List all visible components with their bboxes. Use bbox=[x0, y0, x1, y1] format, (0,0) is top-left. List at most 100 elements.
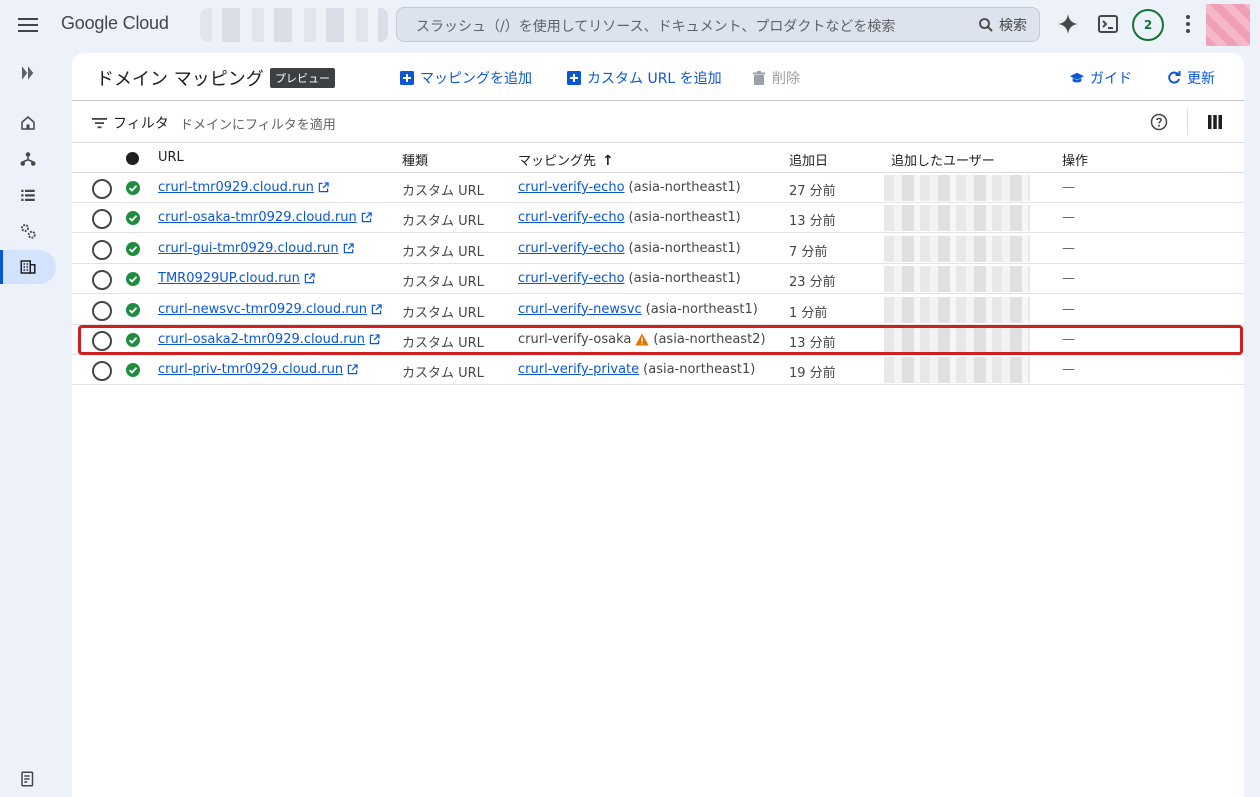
release-notes-icon[interactable] bbox=[19, 770, 37, 788]
open-in-new-icon bbox=[347, 364, 358, 375]
table-row[interactable]: crurl-tmr0929.cloud.run カスタム URL crurl-ver… bbox=[72, 173, 1244, 203]
url-text: crurl-priv-tmr0929.cloud.run bbox=[158, 362, 344, 378]
refresh-button[interactable]: 更新 bbox=[1167, 68, 1215, 88]
type-cell: カスタム URL bbox=[402, 214, 484, 230]
header-type[interactable]: 種類 bbox=[402, 150, 428, 169]
search-input[interactable]: スラッシュ（/）を使用してリソース、ドキュメント、プロダクトなどを検索 bbox=[416, 16, 895, 36]
add-mapping-button[interactable]: マッピングを追加 bbox=[400, 68, 532, 88]
table-row[interactable]: crurl-osaka-tmr0929.cloud.run カスタム URL cru… bbox=[72, 203, 1244, 234]
search-button[interactable]: 検索 bbox=[977, 15, 1027, 35]
sidebar-item-list[interactable] bbox=[0, 178, 56, 212]
service-link[interactable]: crurl-verify-echo bbox=[518, 180, 625, 195]
row-select-radio[interactable] bbox=[92, 179, 112, 199]
added-cell: 1 分前 bbox=[789, 305, 828, 321]
open-in-new-icon bbox=[304, 273, 315, 284]
row-select-radio[interactable] bbox=[92, 300, 112, 321]
more-vert-icon[interactable] bbox=[1176, 12, 1200, 36]
filter-label: フィルタ bbox=[113, 116, 169, 132]
region-text: (asia-northeast1) bbox=[643, 362, 756, 378]
table-row[interactable]: crurl-priv-tmr0929.cloud.run カスタム URL crur… bbox=[72, 355, 1244, 386]
url-link[interactable]: crurl-osaka-tmr0929.cloud.run bbox=[158, 210, 372, 225]
sidebar-item-topology[interactable] bbox=[0, 142, 56, 176]
mapping-cell: crurl-verify-private (asia-northeast1) bbox=[518, 362, 755, 377]
sidebar-item-settings[interactable] bbox=[0, 214, 56, 248]
url-text: crurl-newsvc-tmr0929.cloud.run bbox=[158, 301, 368, 317]
preview-badge: プレビュー bbox=[270, 68, 335, 88]
service-link[interactable]: crurl-verify-private bbox=[518, 362, 639, 377]
region-text: (asia-northeast1) bbox=[628, 271, 741, 287]
table-row[interactable]: TMR0929UP.cloud.run カスタム URL crurl-verify-… bbox=[72, 264, 1244, 295]
service-name: crurl-verify-osaka bbox=[518, 332, 632, 347]
filter-button[interactable]: フィルタ bbox=[92, 113, 169, 133]
added-cell: 7 分前 bbox=[789, 244, 828, 260]
cloud-shell-icon[interactable] bbox=[1096, 12, 1120, 36]
table-row[interactable]: crurl-gui-tmr0929.cloud.run カスタム URL crurl… bbox=[72, 234, 1244, 264]
url-text: crurl-osaka2-tmr0929.cloud.run bbox=[158, 332, 366, 347]
type-cell: カスタム URL bbox=[402, 184, 484, 199]
list-icon bbox=[21, 189, 35, 201]
google-cloud-logo[interactable]: Google Cloud bbox=[61, 13, 169, 34]
url-link[interactable]: crurl-gui-tmr0929.cloud.run bbox=[158, 241, 354, 256]
header-url[interactable]: URL bbox=[158, 150, 184, 165]
mapping-cell: crurl-verify-echo (asia-northeast1) bbox=[518, 271, 741, 286]
filter-bar: フィルタ ドメインにフィルタを適用 bbox=[72, 101, 1244, 143]
check-circle-icon bbox=[126, 241, 140, 256]
added-by-cell-redacted bbox=[884, 357, 1030, 384]
project-picker[interactable] bbox=[200, 8, 388, 42]
header-actions: 操作 bbox=[1062, 154, 1089, 169]
sidebar-item-domain-mappings[interactable] bbox=[0, 250, 56, 284]
service-link[interactable]: crurl-verify-echo bbox=[518, 210, 625, 225]
filter-input[interactable]: ドメインにフィルタを適用 bbox=[180, 114, 336, 133]
guide-button[interactable]: ガイド bbox=[1070, 68, 1132, 88]
header-added-by[interactable]: 追加したユーザー bbox=[891, 150, 995, 169]
url-link[interactable]: crurl-tmr0929.cloud.run bbox=[158, 180, 329, 195]
url-link[interactable]: crurl-newsvc-tmr0929.cloud.run bbox=[158, 302, 382, 317]
url-link[interactable]: TMR0929UP.cloud.run bbox=[158, 271, 315, 286]
side-nav bbox=[0, 50, 62, 797]
table-row[interactable]: crurl-newsvc-tmr0929.cloud.run カスタム URL cr… bbox=[72, 295, 1244, 325]
sidebar-item-home[interactable] bbox=[0, 106, 56, 140]
row-select-radio[interactable] bbox=[92, 239, 112, 260]
search-icon bbox=[979, 18, 993, 32]
avatar[interactable] bbox=[1206, 4, 1250, 46]
region-text: (asia-northeast1) bbox=[628, 240, 741, 256]
url-text: crurl-tmr0929.cloud.run bbox=[158, 180, 314, 195]
url-link[interactable]: crurl-osaka2-tmr0929.cloud.run bbox=[158, 332, 380, 347]
open-in-new-icon bbox=[343, 243, 354, 254]
mapping-cell: crurl-verify-echo (asia-northeast1) bbox=[518, 180, 741, 195]
refresh-label: 更新 bbox=[1187, 71, 1215, 87]
type-cell: カスタム URL bbox=[402, 336, 484, 351]
row-select-radio[interactable] bbox=[92, 361, 112, 382]
service-link[interactable]: crurl-verify-echo bbox=[518, 241, 625, 256]
notifications-badge[interactable]: 2 bbox=[1132, 9, 1164, 41]
actions-cell: — bbox=[1062, 180, 1075, 195]
gemini-sparkle-icon[interactable] bbox=[1056, 12, 1080, 36]
added-by-cell-redacted bbox=[884, 266, 1030, 293]
added-cell: 13 分前 bbox=[789, 214, 836, 230]
service-link[interactable]: crurl-verify-echo bbox=[518, 271, 625, 286]
column-display-icon[interactable] bbox=[1207, 114, 1223, 130]
help-icon[interactable] bbox=[1150, 113, 1168, 131]
row-select-radio[interactable] bbox=[92, 270, 112, 291]
gears-icon bbox=[21, 224, 36, 239]
type-cell: カスタム URL bbox=[402, 275, 484, 291]
expand-nav-button[interactable] bbox=[0, 56, 56, 90]
status-column-icon bbox=[126, 152, 139, 165]
service-link[interactable]: crurl-verify-newsvc bbox=[518, 302, 642, 317]
add-custom-url-button[interactable]: カスタム URL を追加 bbox=[567, 68, 722, 88]
url-text: crurl-osaka-tmr0929.cloud.run bbox=[158, 210, 357, 226]
refresh-icon bbox=[1168, 71, 1181, 84]
row-select-radio[interactable] bbox=[92, 331, 112, 351]
delete-button[interactable]: 削除 bbox=[752, 68, 800, 88]
page-title: ドメイン マッピング bbox=[96, 69, 264, 90]
header-mapping[interactable]: マッピング先 ↑ bbox=[518, 150, 614, 169]
table-header: URL 種類 マッピング先 ↑ 追加日 追加したユーザー 操作 bbox=[72, 143, 1244, 173]
add-custom-url-label: カスタム URL を追加 bbox=[587, 71, 722, 87]
main-menu-button[interactable] bbox=[16, 14, 40, 36]
search-bar[interactable]: スラッシュ（/）を使用してリソース、ドキュメント、プロダクトなどを検索 検索 bbox=[396, 7, 1040, 42]
header-added[interactable]: 追加日 bbox=[789, 150, 828, 169]
url-link[interactable]: crurl-priv-tmr0929.cloud.run bbox=[158, 362, 358, 377]
row-select-radio[interactable] bbox=[92, 209, 112, 230]
table-row[interactable]: crurl-osaka2-tmr0929.cloud.run カスタム URL cr… bbox=[72, 325, 1244, 355]
open-in-new-icon bbox=[369, 334, 380, 345]
